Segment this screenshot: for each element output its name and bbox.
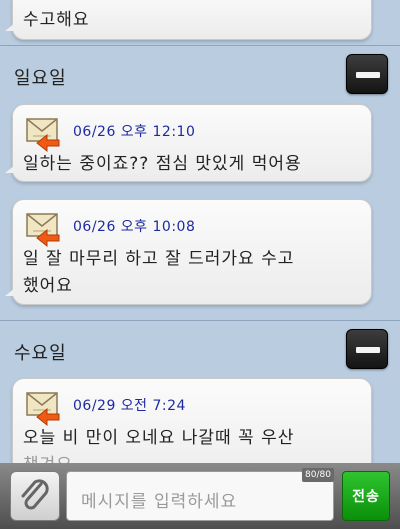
day-label: 수요일 (14, 343, 67, 364)
message-bubble[interactable]: 06/29 오전 7:24 오늘 비 만이 오네요 나갈때 꼭 우산 챙겨요 (12, 378, 372, 463)
mail-reply-icon (26, 392, 60, 427)
collapse-button[interactable] (346, 329, 388, 369)
message-text: 수고해요 (23, 10, 90, 30)
day-header: 수요일 (0, 320, 400, 376)
message-thread[interactable]: 수고해요 일요일 06/26 오후 12:10 일하는 중이죠?? 점심 맛있게… (0, 0, 400, 463)
message-input[interactable] (66, 471, 334, 521)
attach-button[interactable] (10, 471, 60, 521)
message-timestamp: 06/26 오후 12:10 (73, 124, 196, 140)
collapse-button[interactable] (346, 54, 388, 94)
message-text: 했어요 (23, 276, 73, 296)
message-text: 챙겨요 (23, 452, 359, 463)
message-text: 일 잘 마무리 하고 잘 드러가요 수고 (23, 249, 295, 269)
message-timestamp: 06/29 오전 7:24 (73, 398, 186, 414)
mail-reply-icon (26, 118, 60, 153)
day-label: 일요일 (14, 68, 67, 89)
day-header: 일요일 (0, 45, 400, 101)
paperclip-icon (21, 479, 49, 510)
mail-reply-icon (26, 213, 60, 248)
message-bubble[interactable]: 수고해요 (5, 0, 372, 40)
message-text: 일하는 중이죠?? 점심 맛있게 먹어용 (23, 154, 302, 174)
message-bubble[interactable]: 06/26 오후 12:10 일하는 중이죠?? 점심 맛있게 먹어용 (5, 104, 372, 182)
char-counter: 80/80 (302, 468, 334, 482)
message-text: 오늘 비 만이 오네요 나갈때 꼭 우산 (23, 428, 295, 448)
send-button[interactable]: 전송 (342, 471, 390, 521)
composer-bar: 80/80 전송 (0, 463, 400, 529)
message-timestamp: 06/26 오후 10:08 (73, 219, 196, 235)
message-bubble[interactable]: 06/26 오후 10:08 일 잘 마무리 하고 잘 드러가요 수고 했어요 (5, 199, 372, 305)
